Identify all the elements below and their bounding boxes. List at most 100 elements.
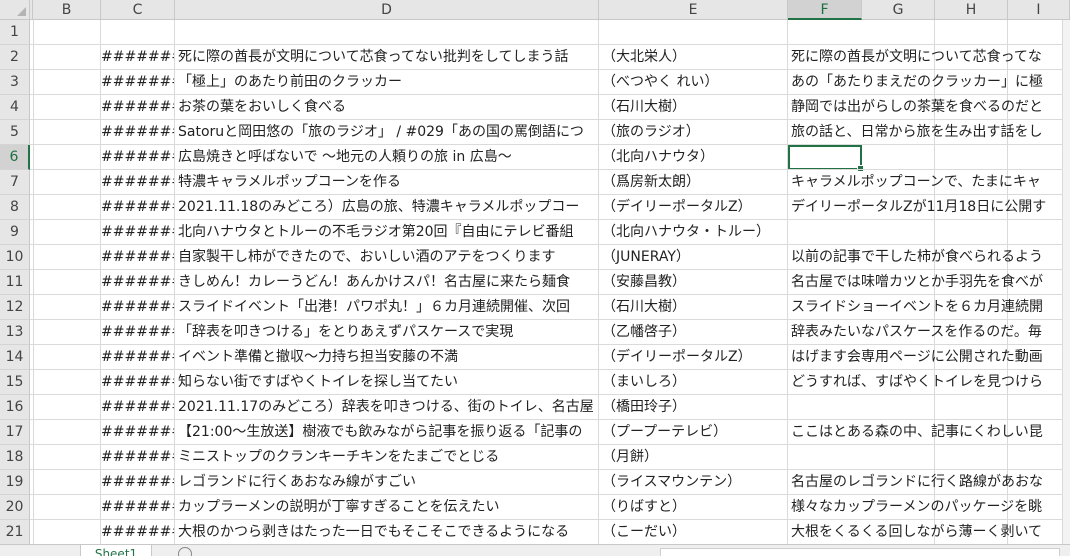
cell-b[interactable] [33, 520, 101, 544]
row-header[interactable]: 10 [0, 245, 30, 270]
cell-e[interactable] [599, 20, 788, 45]
cell-d[interactable] [175, 20, 599, 45]
horizontal-scrollbar[interactable] [660, 548, 1060, 556]
cell-e[interactable]: （デイリーポータルZ） [599, 195, 788, 220]
cell-b[interactable] [33, 95, 101, 120]
cell-e[interactable]: （プープーテレビ） [599, 420, 788, 445]
cell-e[interactable]: （まいしろ） [599, 370, 788, 395]
cell-e[interactable]: （月餅） [599, 445, 788, 470]
row-header[interactable]: 1 [0, 20, 30, 45]
cell-d[interactable]: 「辞表を叩きつける」をとりあえずパスケースで実現 [175, 320, 599, 345]
cell-e[interactable]: （北向ハナウタ） [599, 145, 788, 170]
cell-b[interactable] [33, 495, 101, 520]
cell-d[interactable]: カップラーメンの説明が丁寧すぎることを伝えたい [175, 495, 599, 520]
cell-c[interactable]: ######## [101, 395, 175, 420]
row-header[interactable]: 21 [0, 520, 30, 544]
cell-c[interactable]: ######## [101, 345, 175, 370]
cell-c[interactable]: ######## [101, 370, 175, 395]
cell-e[interactable]: （爲房新太朗） [599, 170, 788, 195]
cell-e[interactable]: （石川大樹） [599, 295, 788, 320]
cell-f[interactable] [788, 220, 1062, 245]
cell-c[interactable] [101, 20, 175, 45]
cell-b[interactable] [33, 320, 101, 345]
cell-d[interactable]: 広島焼きと呼ばないで ～地元の人頼りの旅 in 広島～ [175, 145, 599, 170]
cell-f[interactable] [788, 145, 1062, 170]
cell-c[interactable]: ######## [101, 170, 175, 195]
cell-e[interactable]: （大北栄人） [599, 45, 788, 70]
cell-e[interactable]: （べつやく れい） [599, 70, 788, 95]
row-header[interactable]: 14 [0, 345, 30, 370]
cell-c[interactable]: ######## [101, 245, 175, 270]
cell-d[interactable]: イベント準備と撤収～力持ち担当安藤の不満 [175, 345, 599, 370]
cell-d[interactable]: 大根のかつら剥きはたった一日でもそこそこできるようになる [175, 520, 599, 544]
cell-f[interactable]: はげます会専用ページに公開された動画 [788, 345, 1062, 370]
add-sheet-icon[interactable] [178, 547, 192, 556]
cell-e[interactable]: （石川大樹） [599, 95, 788, 120]
cell-b[interactable] [33, 70, 101, 95]
cell-b[interactable] [33, 45, 101, 70]
cell-d[interactable]: お茶の葉をおいしく食べる [175, 95, 599, 120]
cell-f[interactable] [788, 395, 1062, 420]
cell-d[interactable]: 北向ハナウタとトルーの不毛ラジオ第20回『自由にテレビ番組 [175, 220, 599, 245]
cell-c[interactable]: ######## [101, 95, 175, 120]
cell-b[interactable] [33, 20, 101, 45]
column-header-i[interactable]: I [1008, 0, 1070, 20]
vertical-scrollbar[interactable] [1062, 20, 1070, 544]
column-header-c[interactable]: C [101, 0, 175, 20]
cell-b[interactable] [33, 195, 101, 220]
cell-c[interactable]: ######## [101, 520, 175, 544]
row-header[interactable]: 8 [0, 195, 30, 220]
cell-b[interactable] [33, 245, 101, 270]
cell-d[interactable]: 死に際の酋長が文明について芯食ってない批判をしてしまう話 [175, 45, 599, 70]
cell-e[interactable]: （デイリーポータルZ） [599, 345, 788, 370]
cell-d[interactable]: 特濃キャラメルポップコーンを作る [175, 170, 599, 195]
cell-c[interactable]: ######## [101, 195, 175, 220]
column-header-f[interactable]: F [788, 0, 862, 20]
cell-b[interactable] [33, 395, 101, 420]
cell-f[interactable]: 名古屋のレゴランドに行く路線があおな [788, 470, 1062, 495]
column-header-b[interactable]: B [33, 0, 101, 20]
column-header-g[interactable]: G [862, 0, 935, 20]
cell-d[interactable]: 【21:00～生放送】樹液でも飲みながら記事を振り返る「記事の [175, 420, 599, 445]
cell-f[interactable]: 以前の記事で干した柿が食べられるよう [788, 245, 1062, 270]
cell-e[interactable]: （ライスマウンテン） [599, 470, 788, 495]
cell-b[interactable] [33, 120, 101, 145]
cell-d[interactable]: ミニストップのクランキーチキンをたまごでとじる [175, 445, 599, 470]
cell-f[interactable]: 様々なカップラーメンのパッケージを眺 [788, 495, 1062, 520]
cell-e[interactable]: （北向ハナウタ・トルー） [599, 220, 788, 245]
cell-e[interactable]: （乙幡啓子） [599, 320, 788, 345]
cell-e[interactable]: （JUNERAY） [599, 245, 788, 270]
row-header[interactable]: 13 [0, 320, 30, 345]
cell-e[interactable]: （りばすと） [599, 495, 788, 520]
cell-d[interactable]: きしめん！カレーうどん！あんかけスパ！名古屋に来たら麺食 [175, 270, 599, 295]
column-header-h[interactable]: H [935, 0, 1008, 20]
row-header[interactable]: 6 [0, 145, 30, 170]
cell-f[interactable]: 死に際の酋長が文明について芯食ってな [788, 45, 1062, 70]
cell-d[interactable]: Satoruと岡田悠の「旅のラジオ」 / #029「あの国の罵倒語につ [175, 120, 599, 145]
cell-b[interactable] [33, 220, 101, 245]
cell-e[interactable]: （旅のラジオ） [599, 120, 788, 145]
cell-d[interactable]: 自家製干し柿ができたので、おいしい酒のアテをつくります [175, 245, 599, 270]
cell-c[interactable]: ######## [101, 420, 175, 445]
cell-f[interactable] [788, 445, 1062, 470]
sheet-tab[interactable]: Sheet1 [80, 545, 152, 556]
column-header-e[interactable]: E [599, 0, 788, 20]
cell-f[interactable]: 辞表みたいなパスケースを作るのだ。毎 [788, 320, 1062, 345]
cell-f[interactable]: 旅の話と、日常から旅を生み出す話をし [788, 120, 1062, 145]
row-header[interactable]: 5 [0, 120, 30, 145]
cell-f[interactable]: デイリーポータルZが11月18日に公開す [788, 195, 1062, 220]
cell-d[interactable]: 知らない街ですばやくトイレを探し当てたい [175, 370, 599, 395]
cell-e[interactable]: （安藤昌教） [599, 270, 788, 295]
row-header[interactable]: 12 [0, 295, 30, 320]
row-header[interactable]: 17 [0, 420, 30, 445]
cell-b[interactable] [33, 420, 101, 445]
cell-f[interactable]: あの「あたりまえだのクラッカー」に極 [788, 70, 1062, 95]
row-header[interactable]: 2 [0, 45, 30, 70]
cell-b[interactable] [33, 145, 101, 170]
cell-d[interactable]: 「極上」のあたり前田のクラッカー [175, 70, 599, 95]
cell-b[interactable] [33, 370, 101, 395]
column-header-d[interactable]: D [175, 0, 599, 20]
cell-d[interactable]: 2021.11.17のみどころ）辞表を叩きつける、街のトイレ、名古屋 [175, 395, 599, 420]
cell-e[interactable]: （橋田玲子） [599, 395, 788, 420]
cell-c[interactable]: ######## [101, 120, 175, 145]
